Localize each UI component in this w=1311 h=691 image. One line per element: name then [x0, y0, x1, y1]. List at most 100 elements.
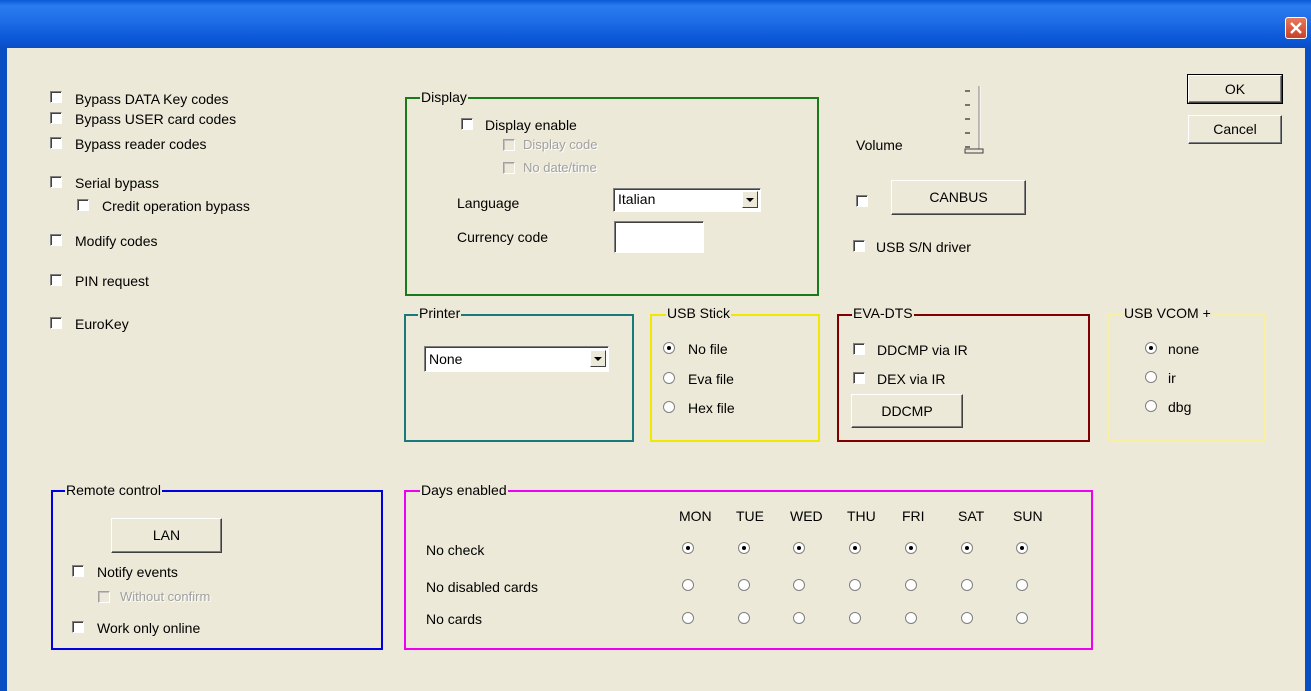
cancel-button-label: Cancel [1213, 121, 1257, 137]
currency-code-input[interactable] [614, 221, 704, 253]
usb-stick-option-label: Eva file [688, 371, 734, 387]
sun-no-disabled-cards-radio[interactable] [1016, 579, 1028, 591]
dex-via-ir-label: DEX via IR [877, 371, 946, 387]
thu-no-disabled-cards-radio[interactable] [849, 579, 861, 591]
printer-group [404, 314, 634, 442]
usb-sn-driver-label: USB S/N driver [876, 239, 971, 255]
no-date-time-label: No date/time [523, 160, 597, 175]
days-row-label: No cards [426, 611, 483, 627]
canbus-checkbox[interactable] [856, 195, 868, 207]
day-header: SUN [1013, 508, 1043, 524]
usb-vcom-option-label: dbg [1168, 399, 1192, 415]
fri-no-check-radio[interactable] [905, 542, 917, 554]
fri-no-cards-radio[interactable] [905, 612, 917, 624]
thu-no-cards-radio[interactable] [849, 612, 861, 624]
usb-stick-option-label: Hex file [688, 400, 735, 416]
pin-request-label: PIN request [75, 273, 149, 289]
printer-select[interactable]: None [424, 346, 609, 372]
dex-via-ir-checkbox[interactable] [853, 372, 865, 384]
usb-vcom-ir-radio[interactable] [1145, 371, 1157, 383]
day-header: THU [847, 508, 876, 524]
work-only-online-label: Work only online [97, 620, 201, 636]
ok-button-label: OK [1224, 81, 1246, 97]
wed-no-check-radio[interactable] [793, 542, 805, 554]
bypass-data-key-label: Bypass DATA Key codes [75, 91, 229, 107]
work-only-online-checkbox[interactable] [72, 621, 84, 633]
credit-operation-bypass-label: Credit operation bypass [102, 198, 250, 214]
bypass-data-key-checkbox[interactable] [50, 91, 62, 103]
wed-no-disabled-cards-radio[interactable] [793, 579, 805, 591]
sun-no-check-radio[interactable] [1016, 542, 1028, 554]
usb-stick-no-file-radio[interactable] [663, 342, 675, 354]
mon-no-check-radio[interactable] [682, 542, 694, 554]
ddcmp-via-ir-label: DDCMP via IR [877, 342, 968, 358]
display-group-label: Display [420, 89, 468, 105]
sat-no-cards-radio[interactable] [961, 612, 973, 624]
usb-vcom-option-label: ir [1168, 370, 1176, 386]
language-select-value: Italian [618, 191, 656, 207]
day-header: TUE [736, 508, 764, 524]
ddcmp-via-ir-checkbox[interactable] [853, 343, 865, 355]
day-header: WED [790, 508, 823, 524]
usb-stick-group-label: USB Stick [666, 305, 732, 321]
volume-label: Volume [856, 137, 903, 153]
bypass-user-card-checkbox[interactable] [50, 112, 62, 124]
day-header: SAT [958, 508, 985, 524]
usb-stick-hex-file-radio[interactable] [663, 401, 675, 413]
serial-bypass-label: Serial bypass [75, 175, 160, 191]
usb-sn-driver-checkbox[interactable] [853, 240, 865, 252]
usb-vcom-none-radio[interactable] [1145, 342, 1157, 354]
modify-codes-checkbox[interactable] [50, 234, 62, 246]
display-code-checkbox[interactable] [503, 139, 515, 151]
language-select[interactable]: Italian [613, 188, 761, 212]
chevron-down-icon[interactable] [590, 350, 606, 367]
tue-no-cards-radio[interactable] [738, 612, 750, 624]
remote-control-group-label: Remote control [65, 482, 162, 498]
chevron-down-icon[interactable] [742, 191, 758, 208]
mon-no-disabled-cards-radio[interactable] [682, 579, 694, 591]
lan-button-label: LAN [152, 527, 181, 543]
sat-no-disabled-cards-radio[interactable] [961, 579, 973, 591]
usb-stick-eva-file-radio[interactable] [663, 372, 675, 384]
currency-code-label: Currency code [457, 229, 549, 245]
canbus-button[interactable]: CANBUS [891, 180, 1026, 215]
notify-events-checkbox[interactable] [72, 565, 84, 577]
days-enabled-group-label: Days enabled [420, 482, 508, 498]
wed-no-cards-radio[interactable] [793, 612, 805, 624]
usb-vcom-dbg-radio[interactable] [1145, 400, 1157, 412]
lan-button[interactable]: LAN [111, 518, 222, 553]
canbus-button-label: CANBUS [929, 189, 988, 205]
tue-no-disabled-cards-radio[interactable] [738, 579, 750, 591]
volume-slider[interactable] [955, 82, 985, 158]
title-bar [0, 0, 1311, 48]
usb-vcom-option-label: none [1168, 341, 1200, 357]
fri-no-disabled-cards-radio[interactable] [905, 579, 917, 591]
serial-bypass-checkbox[interactable] [50, 176, 62, 188]
tue-no-check-radio[interactable] [738, 542, 750, 554]
window-frame-right [1305, 48, 1311, 691]
eva-dts-group-label: EVA-DTS [852, 305, 914, 321]
close-x-icon[interactable] [1285, 17, 1307, 39]
bypass-reader-checkbox[interactable] [50, 137, 62, 149]
without-confirm-checkbox[interactable] [98, 591, 110, 603]
thu-no-check-radio[interactable] [849, 542, 861, 554]
pin-request-checkbox[interactable] [50, 274, 62, 286]
display-enable-label: Display enable [485, 117, 577, 133]
days-row-label: No disabled cards [426, 579, 539, 595]
bypass-user-card-label: Bypass USER card codes [75, 111, 237, 127]
sat-no-check-radio[interactable] [961, 542, 973, 554]
ddcmp-button[interactable]: DDCMP [851, 394, 963, 428]
without-confirm-label: Without confirm [120, 589, 211, 604]
usb-stick-group [650, 314, 820, 442]
display-enable-checkbox[interactable] [461, 118, 473, 130]
sun-no-cards-radio[interactable] [1016, 612, 1028, 624]
day-header: FRI [902, 508, 925, 524]
cancel-button[interactable]: Cancel [1188, 115, 1282, 144]
credit-operation-bypass-checkbox[interactable] [77, 199, 89, 211]
eurokey-checkbox[interactable] [50, 317, 62, 329]
mon-no-cards-radio[interactable] [682, 612, 694, 624]
ok-button[interactable]: OK [1187, 74, 1283, 104]
printer-select-value: None [429, 351, 463, 367]
no-date-time-checkbox[interactable] [503, 162, 515, 174]
usb-stick-option-label: No file [688, 341, 728, 357]
